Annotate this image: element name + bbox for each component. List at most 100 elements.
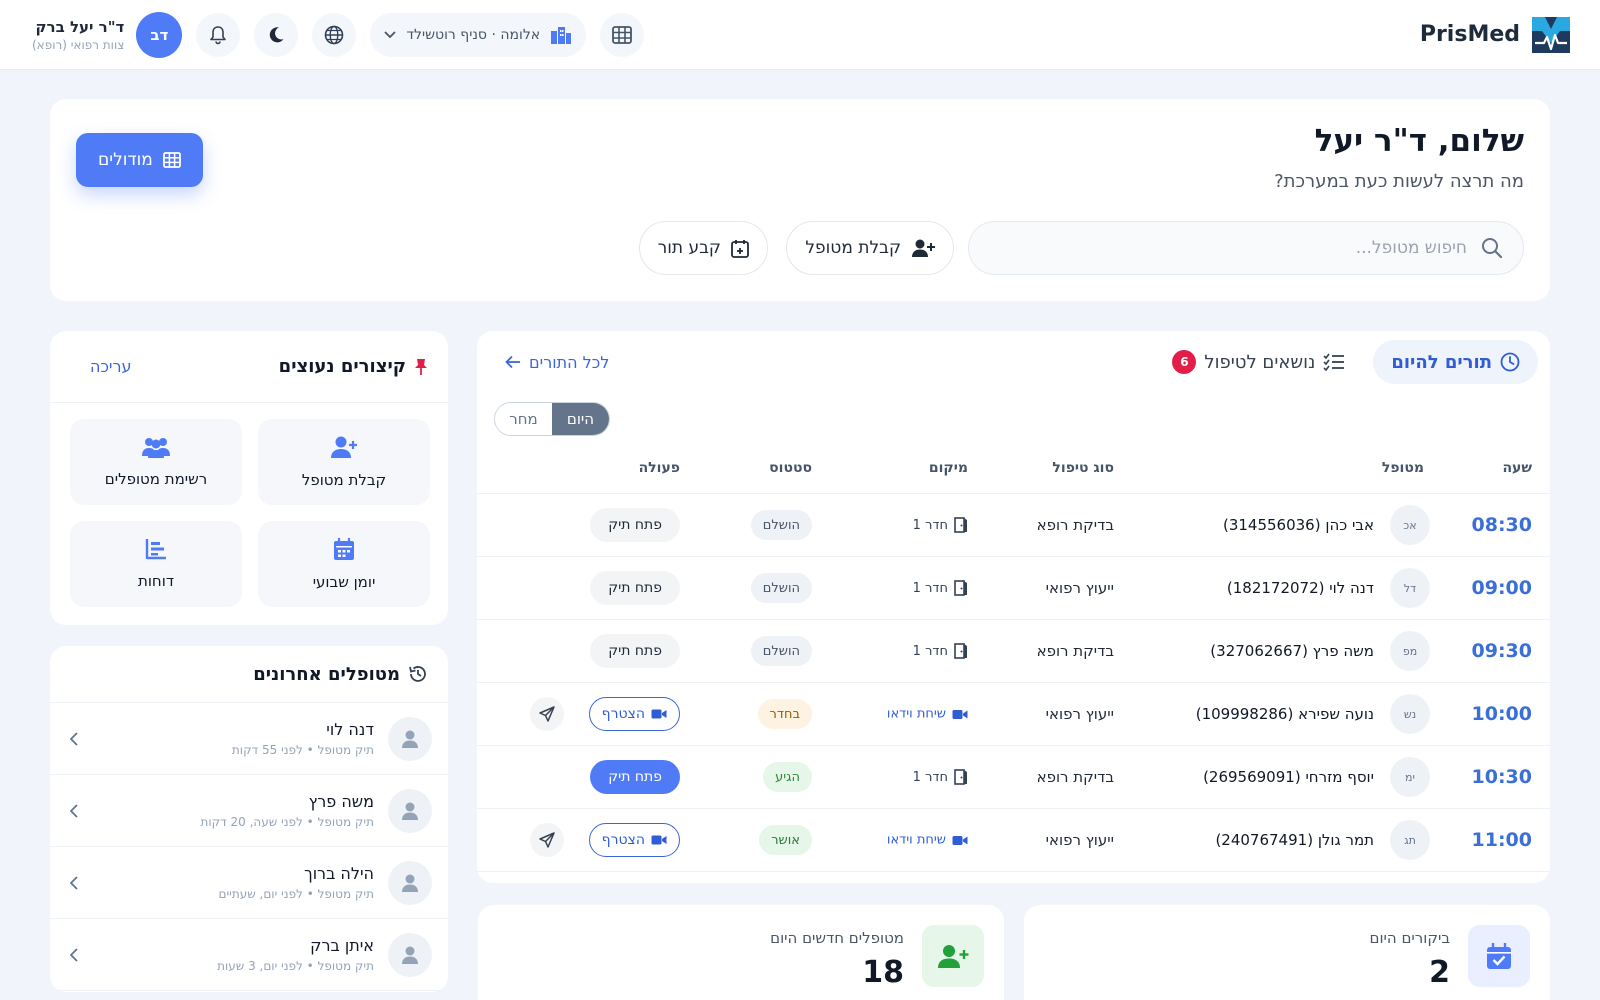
language-button[interactable] — [312, 12, 357, 57]
schedule-appointment-label: קבע תור — [657, 238, 721, 258]
appointment-location: חדר 1 — [913, 643, 968, 659]
pin-icon — [414, 358, 428, 376]
avatar: דב — [136, 11, 183, 58]
toggle-today[interactable]: היום — [552, 403, 609, 435]
table-row[interactable]: 11:00 תג תמר גולן (240767491) ייעוץ רפואי שי… — [477, 809, 1550, 872]
video-camera-icon — [651, 708, 667, 720]
recent-patients-list: דנה לוי תיק מטופל • לפני 55 דקות משה פרץ תי… — [50, 703, 448, 991]
user-icon — [401, 729, 419, 749]
appointment-time: 11:00 — [1471, 829, 1532, 851]
notifications-button[interactable] — [196, 12, 241, 57]
treatment-type: ייעוץ רפואי — [1045, 579, 1114, 597]
list-item[interactable]: דנה לוי תיק מטופל • לפני 55 דקות — [50, 703, 448, 775]
patient-search[interactable] — [968, 221, 1524, 275]
chevron-down-icon — [384, 30, 396, 39]
shortcut-label: יומן שבועי — [312, 573, 376, 591]
dark-mode-button[interactable] — [254, 12, 299, 57]
table-header: שעה מטופל סוג טיפול מיקום סטטוס פעולה — [477, 444, 1550, 494]
column-time: שעה — [1502, 460, 1532, 476]
shortcut-patient-intake[interactable]: קבלת מטופל — [258, 419, 430, 505]
patient-name[interactable]: דנה לוי (182172072) — [1227, 579, 1374, 597]
schedule-appointment-button[interactable]: קבע תור — [638, 221, 768, 275]
grid-icon — [612, 25, 633, 44]
column-status: סטטוס — [769, 460, 812, 476]
video-camera-icon — [651, 834, 667, 846]
edit-shortcuts-link[interactable]: עריכה — [90, 357, 132, 376]
brand[interactable]: PrisMed — [1420, 16, 1570, 53]
shortcut-patient-list[interactable]: רשימת מטופלים — [70, 419, 242, 505]
recent-patient-name: איתן ברק — [310, 936, 374, 955]
recent-patient-meta: תיק מטופל • לפני שעה, 20 דקות — [200, 815, 374, 829]
table-row[interactable]: 10:00 נש נועה שפירא (109998286) ייעוץ רפואי… — [477, 683, 1550, 746]
status-badge: הושלם — [750, 636, 812, 666]
table-row[interactable]: 08:30 אכ אבי כהן (314556036) בדיקת רופא חדר … — [477, 494, 1550, 557]
location-label: שיחת וידאו — [886, 832, 946, 848]
shortcut-label: קבלת מטופל — [301, 471, 387, 489]
user-plus-icon — [911, 238, 935, 258]
table-row[interactable]: 09:00 דל דנה לוי (182172072) ייעוץ רפואי חדר… — [477, 557, 1550, 620]
pinned-shortcuts-panel: קיצורים נעוצים עריכה קבלת מטופל רשימת מט… — [50, 331, 448, 625]
patient-avatar: מפ — [1390, 631, 1430, 671]
arrow-left-icon — [505, 355, 521, 369]
recent-patient-text: דנה לוי תיק מטופל • לפני 55 דקות — [92, 720, 374, 757]
avatar — [388, 860, 432, 905]
calendar-icon — [333, 537, 355, 561]
shortcut-weekly-calendar[interactable]: יומן שבועי — [258, 521, 430, 607]
shortcut-reports[interactable]: דוחות — [70, 521, 242, 607]
list-item[interactable]: איתן ברק תיק מטופל • לפני יום, 3 שעות — [50, 919, 448, 991]
join-label: הצטרף — [601, 706, 645, 722]
location-label: חדר 1 — [912, 643, 948, 659]
all-appointments-link[interactable]: לכל התורים — [505, 353, 609, 372]
patient-name[interactable]: יוסף מזרחי (269569091) — [1203, 768, 1374, 786]
send-link-button[interactable] — [530, 697, 564, 731]
patient-intake-button[interactable]: קבלת מטופל — [786, 221, 954, 275]
patient-name[interactable]: תמר גולן (240767491) — [1215, 831, 1374, 849]
status-badge: הגיע — [763, 762, 812, 792]
open-file-button[interactable]: פתח תיק — [590, 571, 680, 605]
patient-name[interactable]: משה פרץ (327062667) — [1210, 642, 1374, 660]
appointment-time: 10:00 — [1471, 703, 1532, 725]
appointment-location: שיחת וידאו — [887, 833, 968, 848]
chevron-left-icon — [70, 875, 78, 890]
status-badge: בחדר — [757, 699, 812, 729]
user-plus-icon — [330, 435, 358, 459]
list-item[interactable]: משה פרץ תיק מטופל • לפני שעה, 20 דקות — [50, 775, 448, 847]
new-patients-card: מטופלים חדשים היום 18 — [478, 905, 1004, 1000]
treatment-type: בדיקת רופא — [1036, 768, 1114, 786]
send-icon — [539, 832, 555, 848]
prismed-logo-icon — [1532, 16, 1570, 53]
user-info: ד"ר יעל ברק צוות רפואי (רופא) — [32, 18, 124, 52]
toggle-tomorrow[interactable]: מחר — [495, 403, 552, 435]
join-video-button[interactable]: הצטרף — [588, 823, 680, 857]
avatar — [388, 788, 432, 833]
grid-icon — [162, 152, 181, 168]
patient-name[interactable]: אבי כהן (314556036) — [1223, 516, 1374, 534]
join-video-button[interactable]: הצטרף — [588, 697, 680, 731]
open-file-button[interactable]: פתח תיק — [590, 508, 680, 542]
list-item[interactable]: הילה ברוך תיק מטופל • לפני יום, שעתיים — [50, 847, 448, 919]
modules-label: מודולים — [98, 150, 153, 170]
tab-today-appointments[interactable]: תורים להיום — [1373, 340, 1538, 384]
moon-icon — [267, 26, 285, 44]
chevron-left-icon — [70, 731, 78, 746]
shortcut-label: רשימת מטופלים — [104, 470, 208, 488]
table-row[interactable]: 09:30 מפ משה פרץ (327062667) בדיקת רופא חדר … — [477, 620, 1550, 683]
patient-name[interactable]: נועה שפירא (109998286) — [1196, 705, 1374, 723]
appointment-time: 09:00 — [1471, 577, 1532, 599]
branch-selector[interactable]: אלומה · סניף רוטשילד — [370, 12, 587, 57]
search-input[interactable] — [989, 238, 1467, 258]
user-menu[interactable]: דב ד"ר יעל ברק צוות רפואי (רופא) — [32, 11, 183, 58]
table-row[interactable]: 10:30 ימ יוסף מזרחי (269569091) בדיקת רופא ח… — [477, 746, 1550, 809]
treatment-type: בדיקת רופא — [1036, 642, 1114, 660]
apps-grid-button[interactable] — [600, 12, 645, 57]
modules-button[interactable]: מודולים — [76, 133, 203, 187]
recent-patient-text: משה פרץ תיק מטופל • לפני שעה, 20 דקות — [92, 792, 374, 829]
send-link-button[interactable] — [530, 823, 564, 857]
open-file-button[interactable]: פתח תיק — [590, 634, 680, 668]
header-controls: אלומה · סניף רוטשילד דב ד"ר יעל ברק צוות… — [32, 11, 645, 58]
day-toggle[interactable]: מחר היום — [494, 402, 610, 436]
status-badge: הושלם — [750, 573, 812, 603]
open-file-button[interactable]: פתח תיק — [590, 760, 680, 794]
tab-tasks[interactable]: נושאים לטיפול 6 — [1172, 350, 1345, 374]
building-icon — [550, 26, 572, 44]
